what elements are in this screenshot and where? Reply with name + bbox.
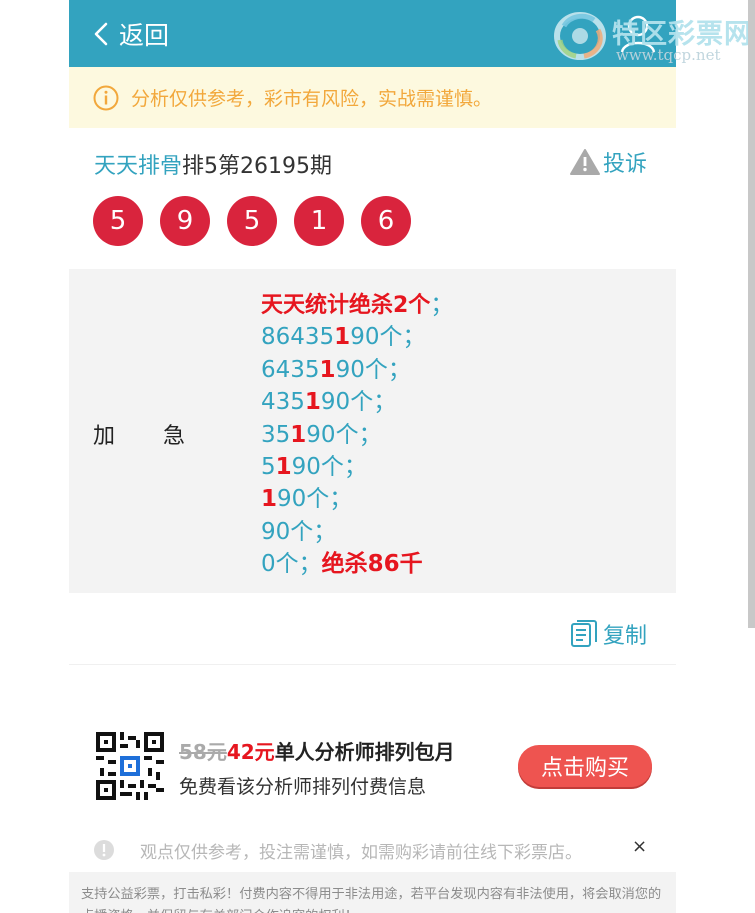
line-pre: 5 — [261, 453, 276, 480]
tip-text: 观点仅供参考，投注需谨慎，如需购彩请前往线下彩票店。 — [140, 843, 582, 863]
buy-button[interactable]: 点击购买 — [518, 745, 652, 787]
info-circle-icon — [93, 85, 119, 110]
panel-label: 加急 — [93, 418, 185, 450]
panel-label-left: 加 — [93, 424, 116, 449]
analyst-name[interactable]: 天天排骨 — [94, 154, 182, 179]
analysis-line: 6435190个； — [261, 354, 453, 386]
risk-notice-bar: 分析仅供参考，彩市有风险，实战需谨慎。 — [69, 67, 676, 128]
line-red: 1 — [261, 486, 278, 513]
copy-label: 复制 — [603, 624, 648, 649]
promo-banner: 58元42元单人分析师排列包月 免费看该分析师排列付费信息 点击购买 — [69, 724, 676, 810]
line-red: 1 — [290, 421, 307, 448]
watermark-url: www.tqcp.net — [616, 46, 721, 64]
footer-text: 支持公益彩票，打击私彩！付费内容不得用于非法用途，若平台发现内容有非法使用，将会… — [81, 887, 662, 913]
divider — [69, 664, 676, 665]
scrollbar[interactable] — [748, 0, 755, 628]
notice-text: 分析仅供参考，彩市有风险，实战需谨慎。 — [131, 88, 493, 110]
issue-title: 排5第26195期 — [182, 154, 332, 179]
close-icon[interactable]: × — [632, 836, 647, 857]
headline-tail: ； — [430, 292, 454, 318]
watermark: 特区彩票网 www.tqcp.net — [554, 10, 751, 66]
analysis-panel: 加急 天天统计绝杀2个； 86435190个； 6435190个； 435190… — [69, 269, 676, 593]
back-label: 返回 — [119, 21, 170, 50]
last-line-pre: 0个； — [261, 551, 322, 578]
report-button[interactable]: 投诉 — [569, 146, 647, 178]
line-pre: 435 — [261, 389, 305, 416]
analysis-line: 5190个； — [261, 451, 453, 483]
line-red: 1 — [319, 356, 336, 383]
new-price: 42元 — [226, 740, 275, 764]
analysis-line: 90个； — [261, 516, 453, 548]
result-ball: 1 — [294, 196, 344, 246]
line-pre: 86435 — [261, 324, 335, 351]
promo-title: 58元42元单人分析师排列包月 — [179, 736, 455, 765]
line-post: 90个； — [306, 421, 382, 448]
exclamation-circle-icon — [94, 840, 114, 860]
analysis-headline: 天天统计绝杀2个； — [261, 289, 453, 321]
tip-bar: 观点仅供参考，投注需谨慎，如需购彩请前往线下彩票店。 × — [69, 826, 676, 872]
analysis-line: 435190个； — [261, 386, 453, 418]
line-pre: 6435 — [261, 356, 320, 383]
page: 返回 分析仅供参考，彩市有风险，实战需谨慎。 天天排骨排5第26195期 投诉 … — [0, 0, 755, 913]
analysis-line: 190个； — [261, 483, 453, 515]
line-post: 90个； — [335, 356, 411, 383]
panel-label-right: 急 — [163, 424, 186, 449]
back-button[interactable]: 返回 — [93, 12, 169, 56]
qr-code-icon — [96, 732, 164, 800]
page-title: 天天排骨排5第26195期 — [94, 148, 332, 180]
watermark-logo-icon — [554, 12, 606, 60]
analysis-lines: 天天统计绝杀2个； 86435190个； 6435190个； 435190个； … — [261, 289, 453, 581]
headline-red: 天天统计绝杀2个 — [261, 293, 431, 318]
analysis-last-line: 0个；绝杀86千 — [261, 548, 453, 580]
line-red: 1 — [304, 389, 321, 416]
line-red: 1 — [334, 324, 351, 351]
analysis-line: 35190个； — [261, 419, 453, 451]
analysis-line: 86435190个； — [261, 321, 453, 353]
copy-document-icon — [571, 620, 597, 647]
footer-disclaimer: 支持公益彩票，打击私彩！付费内容不得用于非法用途，若平台发现内容有非法使用，将会… — [69, 872, 676, 913]
chevron-left-icon — [94, 22, 108, 46]
result-ball: 6 — [361, 196, 411, 246]
line-post: 90个； — [320, 389, 397, 416]
result-balls: 5 9 5 1 6 — [93, 196, 428, 246]
line-red: 1 — [275, 453, 292, 480]
copy-button[interactable]: 复制 — [569, 618, 647, 650]
line-post: 90个； — [277, 486, 353, 513]
line-pre: 35 — [261, 421, 291, 448]
last-line-red: 绝杀86千 — [321, 551, 423, 578]
line-post: 90个； — [291, 453, 367, 480]
promo-subtitle: 免费看该分析师排列付费信息 — [179, 776, 427, 798]
line-post: 90个； — [261, 518, 337, 545]
report-label: 投诉 — [603, 152, 648, 177]
result-ball: 9 — [160, 196, 210, 246]
warning-triangle-icon — [570, 149, 600, 175]
promo-title-tail: 单人分析师排列包月 — [274, 740, 455, 764]
content-column: 返回 分析仅供参考，彩市有风险，实战需谨慎。 天天排骨排5第26195期 投诉 … — [69, 0, 676, 913]
line-post: 90个； — [350, 324, 426, 351]
result-ball: 5 — [93, 196, 143, 246]
old-price: 58元 — [179, 740, 227, 764]
result-ball: 5 — [227, 196, 277, 246]
